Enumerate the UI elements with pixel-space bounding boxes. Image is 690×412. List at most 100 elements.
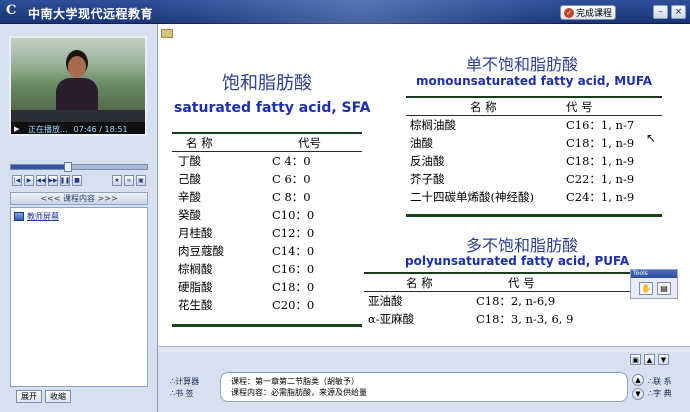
- pen-icon[interactable]: ▤: [657, 282, 671, 295]
- bookmark-link[interactable]: ∴书 签: [170, 388, 194, 399]
- course-line: 课程：第一章第二节脂类（胡敏予）: [231, 377, 359, 386]
- mufa-col-name: 名 称: [470, 99, 497, 114]
- info-up-icon[interactable]: ▲: [632, 374, 644, 386]
- scroll-down-icon[interactable]: ▼: [658, 354, 669, 365]
- mufa-row: 棕榈油酸 C16：1, n-7: [406, 116, 662, 134]
- mufa-row: 油酸 C18：1, n-9: [406, 134, 662, 152]
- sfa-row: 硬脂酸 C18：0: [172, 278, 362, 296]
- course-info-box: 课程：第一章第二节脂类（胡敏予） 课程内容：必需脂肪酸，来源及供给量: [220, 372, 628, 402]
- finish-course-button[interactable]: ✓ 完成课程: [560, 5, 616, 20]
- play-button-icon[interactable]: ▶: [24, 175, 34, 186]
- mouse-cursor-icon: ↖: [646, 131, 657, 145]
- expand-button[interactable]: 展开: [16, 390, 42, 403]
- contact-link[interactable]: ∴联 系: [648, 376, 672, 387]
- sfa-name-cell: 癸酸: [178, 208, 201, 222]
- sfa-name-cell: 月桂酸: [178, 226, 213, 240]
- tools-popup[interactable]: Tools ✋ ▤: [630, 269, 678, 299]
- progress-knob[interactable]: [64, 162, 73, 172]
- sfa-row: 花生酸 C20：0: [172, 296, 362, 314]
- sfa-name-cell: 己酸: [178, 172, 201, 186]
- rewind-icon[interactable]: ◀◀: [36, 175, 46, 186]
- sfa-name-cell: 棕榈酸: [178, 262, 213, 276]
- pufa-title-cn: 多不饱和脂肪酸: [466, 236, 579, 255]
- sfa-code-cell: C16：0: [272, 262, 315, 276]
- sfa-name-cell: 辛酸: [178, 190, 201, 204]
- mufa-title-cn: 单不饱和脂肪酸: [466, 55, 579, 74]
- sfa-col-name: 名 称: [186, 135, 213, 150]
- play-icon[interactable]: ▶: [14, 125, 22, 133]
- sfa-title-cn: 饱和脂肪酸: [222, 73, 312, 94]
- bookmark-icon[interactable]: [161, 29, 173, 38]
- mufa-code-cell: C24：1, n-9: [566, 190, 635, 204]
- mufa-name-cell: 二十四碳单烯酸(神经酸): [410, 190, 534, 204]
- mufa-row: 芥子酸 C22：1, n-9: [406, 170, 662, 188]
- title-bar: C 中南大学现代远程教育 ✓ 完成课程 – ×: [0, 0, 690, 24]
- player-controls: |◀ ▶ ◀◀ ▶▶ ❚❚ ■ ★ ∞ ▣: [12, 175, 146, 189]
- minimize-button[interactable]: –: [653, 5, 668, 19]
- collapse-button[interactable]: 收缩: [45, 390, 71, 403]
- layout-icon[interactable]: ▣: [630, 354, 641, 365]
- sfa-row: 己酸 C 6：0: [172, 170, 362, 188]
- sfa-code-cell: C 8：0: [272, 190, 311, 204]
- playback-progress[interactable]: [10, 162, 148, 172]
- mufa-code-cell: C22：1, n-9: [566, 172, 635, 186]
- mufa-code-cell: C16：1, n-7: [566, 118, 635, 132]
- mufa-col-code: 代 号: [566, 99, 593, 114]
- pufa-name-cell: 亚油酸: [368, 294, 403, 308]
- star-icon[interactable]: ★: [112, 175, 122, 186]
- sfa-code-cell: C14：0: [272, 244, 315, 258]
- mufa-name-cell: 棕榈油酸: [410, 118, 456, 132]
- left-panel: ▶ 正在播放... 07:46 / 18:51 |◀ ▶ ◀◀ ▶▶ ❚❚ ■ …: [0, 24, 158, 412]
- sfa-row: 棕榈酸 C16：0: [172, 260, 362, 278]
- pause-icon[interactable]: ❚❚: [60, 175, 70, 186]
- course-info-panel: ∴计算器 ∴书 签 课程：第一章第二节脂类（胡敏予） 课程内容：必需脂肪酸，来源…: [158, 369, 690, 412]
- dictionary-link[interactable]: ∴字 典: [648, 388, 672, 399]
- calculator-link[interactable]: ∴计算器: [170, 376, 199, 387]
- scroll-up-icon[interactable]: ▲: [644, 354, 655, 365]
- pufa-code-cell: C18：3, n-3, 6, 9: [476, 312, 574, 326]
- sfa-name-cell: 硬脂酸: [178, 280, 213, 294]
- sfa-name-cell: 丁酸: [178, 154, 201, 168]
- close-button[interactable]: ×: [671, 5, 686, 19]
- sfa-row: 月桂酸 C12：0: [172, 224, 362, 242]
- content-line: 课程内容：必需脂肪酸，来源及供给量: [231, 388, 367, 397]
- forward-icon[interactable]: ▶▶: [48, 175, 58, 186]
- course-content-header: <<< 课程内容 >>>: [10, 192, 148, 205]
- progress-fill: [11, 165, 69, 169]
- mufa-row: 反油酸 C18：1, n-9: [406, 152, 662, 170]
- app-title: 中南大学现代远程教育: [28, 7, 154, 21]
- mufa-row: 二十四碳单烯酸(神经酸) C24：1, n-9: [406, 188, 662, 206]
- fullscreen-icon[interactable]: ▣: [136, 175, 146, 186]
- video-frame: [11, 38, 145, 122]
- pufa-name-cell: α-亚麻酸: [368, 312, 415, 326]
- sfa-row: 丁酸 C 4：0: [172, 152, 362, 170]
- pufa-title-en: polyunsaturated fatty acid, PUFA: [405, 254, 630, 268]
- sfa-row: 辛酸 C 8：0: [172, 188, 362, 206]
- finish-course-label: 完成课程: [576, 9, 613, 19]
- tools-title: Tools: [631, 270, 677, 278]
- stop-icon[interactable]: ■: [72, 175, 82, 186]
- player-status: 正在播放...: [28, 124, 68, 134]
- info-down-icon[interactable]: ▼: [632, 388, 644, 400]
- player-status-bar: ▶ 正在播放... 07:46 / 18:51: [11, 122, 145, 134]
- hand-icon[interactable]: ✋: [639, 282, 653, 295]
- tree-item-label: 教师屏幕: [27, 212, 59, 221]
- sfa-code-cell: C10：0: [272, 208, 315, 222]
- mufa-title-en: monounsaturated fatty acid, MUFA: [416, 74, 653, 88]
- mufa-table-header: 名 称 代 号: [406, 98, 662, 116]
- header-decoration: [150, 0, 570, 24]
- tree-item-teacher-screen[interactable]: 教师屏幕: [14, 211, 144, 222]
- finish-icon: ✓: [564, 7, 574, 18]
- sfa-code-cell: C18：0: [272, 280, 315, 294]
- mufa-code-cell: C18：1, n-9: [566, 136, 635, 150]
- mufa-name-cell: 芥子酸: [410, 172, 445, 186]
- pufa-table-header: 名 称 代 号: [364, 274, 660, 292]
- course-tree: 教师屏幕: [10, 207, 148, 387]
- university-logo: C: [6, 3, 17, 18]
- prev-icon[interactable]: |◀: [12, 175, 22, 186]
- loop-icon[interactable]: ∞: [124, 175, 134, 186]
- screen-icon: [14, 212, 24, 221]
- video-player[interactable]: ▶ 正在播放... 07:46 / 18:51: [9, 36, 147, 136]
- pufa-col-name: 名 称: [406, 275, 433, 290]
- sfa-title-en: saturated fatty acid, SFA: [174, 100, 371, 116]
